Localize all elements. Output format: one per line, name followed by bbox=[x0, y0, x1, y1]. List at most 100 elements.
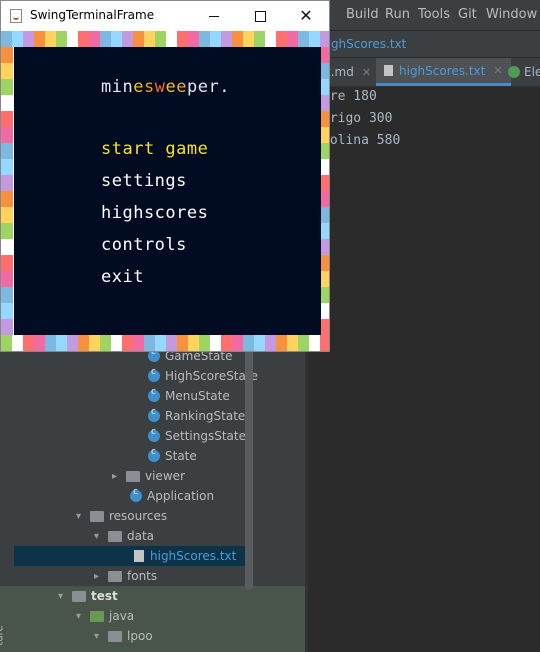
border-tile bbox=[166, 31, 177, 47]
structure-tool-label[interactable]: ture bbox=[0, 625, 6, 645]
border-tile bbox=[1, 111, 13, 127]
border-tile bbox=[321, 191, 329, 207]
chevron-down-icon[interactable]: ▾ bbox=[76, 511, 90, 522]
menu-highscores[interactable]: highscores bbox=[101, 203, 208, 223]
border-tile bbox=[1, 79, 13, 95]
chevron-right-icon[interactable]: ▸ bbox=[94, 571, 108, 582]
menu-tools[interactable]: Tools bbox=[418, 7, 450, 22]
title-letter: p bbox=[187, 77, 198, 97]
border-tile bbox=[1, 271, 13, 287]
border-tile bbox=[111, 335, 122, 351]
border-tile bbox=[122, 335, 133, 351]
close-icon: ✕ bbox=[299, 6, 313, 25]
border-tile bbox=[298, 335, 309, 351]
border-tile bbox=[111, 31, 122, 47]
chevron-down-icon[interactable]: ▾ bbox=[58, 591, 72, 602]
border-tile bbox=[199, 31, 210, 47]
chevron-right-icon[interactable]: ▸ bbox=[112, 471, 126, 482]
class-icon bbox=[148, 367, 160, 382]
main-class-icon bbox=[130, 487, 142, 502]
tree-item-java[interactable]: ▾ java bbox=[76, 606, 134, 626]
border-tile bbox=[12, 335, 23, 351]
java-app-icon bbox=[10, 9, 22, 23]
border-tile bbox=[1, 31, 12, 47]
menu-exit[interactable]: exit bbox=[101, 267, 144, 287]
border-tile bbox=[320, 335, 329, 351]
title-letter: e bbox=[197, 77, 209, 97]
border-tile bbox=[321, 255, 329, 271]
border-tile bbox=[1, 207, 13, 223]
tree-item-test[interactable]: ▾ test bbox=[58, 586, 118, 606]
tree-item-highscores-file[interactable]: highScores.txt bbox=[14, 546, 252, 566]
border-tile bbox=[321, 287, 329, 303]
window-titlebar[interactable]: SwingTerminalFrame ✕ bbox=[1, 1, 329, 31]
border-tile bbox=[34, 335, 45, 351]
menu-build[interactable]: Build bbox=[346, 7, 379, 22]
border-tile bbox=[309, 335, 320, 351]
game-screen[interactable]: minesweeper. start game settings highsco… bbox=[14, 47, 321, 335]
chevron-down-icon[interactable]: ▾ bbox=[94, 631, 108, 642]
border-tile bbox=[67, 335, 78, 351]
class-icon bbox=[148, 407, 160, 422]
border-tile bbox=[144, 335, 155, 351]
tree-item-viewer[interactable]: ▸ viewer bbox=[112, 466, 185, 486]
border-tile bbox=[45, 335, 56, 351]
border-tile bbox=[78, 335, 89, 351]
chevron-down-icon[interactable]: ▾ bbox=[94, 531, 108, 542]
menu-settings[interactable]: settings bbox=[101, 171, 187, 191]
close-icon[interactable]: ✕ bbox=[362, 66, 371, 79]
editor-line: rolina 580 bbox=[322, 133, 401, 148]
menu-run[interactable]: Run bbox=[385, 7, 410, 22]
menu-git[interactable]: Git bbox=[458, 7, 477, 22]
border-tile bbox=[298, 31, 309, 47]
menu-controls[interactable]: controls bbox=[101, 235, 187, 255]
border-tile bbox=[133, 335, 144, 351]
border-tile bbox=[321, 95, 329, 111]
tree-item-resources[interactable]: ▾ resources bbox=[76, 506, 167, 526]
chevron-down-icon[interactable]: ▾ bbox=[76, 611, 90, 622]
border-tile bbox=[321, 127, 329, 143]
minimize-button[interactable] bbox=[191, 1, 237, 31]
title-letter: m bbox=[101, 77, 112, 97]
tree-item-rankingstate[interactable]: RankingState bbox=[148, 406, 245, 426]
border-tile bbox=[243, 31, 254, 47]
tree-item-settingsstate[interactable]: SettingsState bbox=[148, 426, 246, 446]
border-tile bbox=[1, 95, 13, 111]
border-tile bbox=[144, 31, 155, 47]
border-tile bbox=[309, 31, 320, 47]
tree-item-application[interactable]: Application bbox=[130, 486, 214, 506]
tree-item-highscorestate[interactable]: HighScoreState bbox=[148, 366, 258, 386]
border-tile bbox=[1, 303, 13, 319]
border-tile bbox=[321, 79, 329, 95]
breadcrumb-file[interactable]: highScores.txt bbox=[320, 37, 406, 51]
border-tile bbox=[89, 31, 100, 47]
tree-item-data[interactable]: ▾ data bbox=[94, 526, 154, 546]
text-editor[interactable]: dre 180 drigo 300 rolina 580 bbox=[308, 87, 540, 652]
folder-icon bbox=[126, 470, 140, 482]
title-letter: e bbox=[133, 77, 144, 97]
tab-highscores[interactable]: highScores.txt ✕ bbox=[376, 58, 511, 86]
border-tile bbox=[320, 31, 329, 47]
folder-icon bbox=[72, 590, 86, 602]
tree-item-lpoo[interactable]: ▾ lpoo bbox=[94, 626, 153, 646]
editor-line: dre 180 bbox=[322, 89, 377, 104]
border-tile bbox=[177, 31, 188, 47]
tree-item-state[interactable]: State bbox=[148, 446, 197, 466]
menu-start-game[interactable]: start game bbox=[101, 139, 208, 159]
border-tile bbox=[210, 31, 221, 47]
window-title: SwingTerminalFrame bbox=[30, 8, 155, 22]
border-tile bbox=[321, 47, 329, 63]
tree-scrollbar[interactable] bbox=[245, 340, 253, 590]
close-button[interactable]: ✕ bbox=[283, 1, 329, 31]
tree-item-fonts[interactable]: ▸ fonts bbox=[94, 566, 157, 586]
border-tile bbox=[210, 335, 221, 351]
border-tile bbox=[1, 255, 13, 271]
border-tile bbox=[287, 335, 298, 351]
title-letter: n bbox=[122, 77, 134, 97]
tree-item-menustate[interactable]: MenuState bbox=[148, 386, 230, 406]
menu-window[interactable]: Window bbox=[486, 7, 537, 22]
border-tile bbox=[276, 31, 287, 47]
tab-element[interactable]: Ele bbox=[500, 58, 540, 86]
maximize-button[interactable] bbox=[237, 1, 283, 31]
border-tile bbox=[1, 335, 12, 351]
